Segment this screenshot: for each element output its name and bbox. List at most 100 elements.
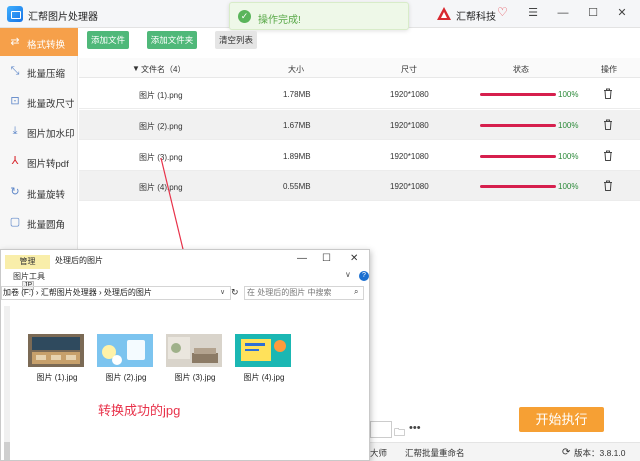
table-row[interactable]: 图片 (1).png 1.78MB 1920*1080 100%: [79, 79, 640, 109]
toast-text: 操作完成!: [258, 15, 301, 26]
table-row[interactable]: 图片 (2).png 1.67MB 1920*1080 100%: [79, 110, 640, 140]
convert-icon: ⇄: [10, 36, 20, 48]
address-bar[interactable]: 加卷 (F:) › 汇帮图片处理器 › 处理后的图片: [1, 286, 231, 300]
sidebar-item-label: 批量压缩: [27, 69, 66, 80]
progress-bar: [480, 124, 556, 127]
sidebar-item-label: 图片加水印: [27, 129, 75, 140]
search-input[interactable]: 在 处理后的图片 中搜索: [244, 286, 364, 300]
table-row[interactable]: 图片 (4).png 0.55MB 1920*1080 100%: [79, 171, 640, 201]
explorer-ribbon: 管理 处理后的图片 图片工具 JP — ☐ ✕ ∨ ?: [1, 250, 369, 290]
address-dropdown-icon[interactable]: ∨: [220, 288, 225, 296]
sidebar-item-label: 格式转换: [27, 40, 66, 51]
file-size-cell: 1.67MB: [283, 121, 311, 130]
explorer-minimize-icon[interactable]: —: [297, 253, 307, 264]
more-icon[interactable]: •••: [409, 422, 421, 434]
classroom-thumbnail: [28, 334, 84, 367]
resize-icon: ⊡: [10, 95, 20, 107]
maximize-icon[interactable]: ☐: [584, 5, 602, 21]
sidebar-item-format-convert[interactable]: ⇄ 格式转换: [0, 28, 78, 56]
add-folder-button[interactable]: 添加文件夹: [147, 31, 197, 49]
product-link-rename[interactable]: 汇帮批量重命名: [405, 447, 465, 459]
progress-text: 100%: [558, 90, 579, 99]
file-name-cell: 图片 (3).png: [139, 153, 183, 162]
file-item[interactable]: 图片 (3).jpg: [162, 334, 228, 390]
favorite-heart-icon[interactable]: ♡: [497, 5, 508, 19]
column-status: 状态: [513, 65, 529, 74]
brand-name: 汇帮科技: [456, 12, 496, 23]
compress-icon: ⤡: [10, 65, 20, 77]
file-size-cell: 1.78MB: [283, 90, 311, 99]
minimize-icon[interactable]: —: [554, 5, 572, 21]
output-path-field[interactable]: [370, 421, 392, 438]
add-file-button[interactable]: 添加文件: [87, 31, 129, 49]
success-toast: ✓ 操作完成!: [229, 2, 409, 30]
brand-logo-icon: [437, 7, 451, 20]
cartoon-thumbnail: [97, 334, 153, 367]
help-icon[interactable]: ?: [359, 271, 369, 281]
file-explorer-window: 管理 处理后的图片 图片工具 JP — ☐ ✕ ∨ ? 加卷 (F:) › 汇帮…: [0, 249, 370, 461]
update-icon[interactable]: ⟳: [562, 447, 570, 458]
file-name: 图片 (1).jpg: [36, 373, 78, 382]
trash-icon[interactable]: [603, 180, 613, 191]
app-logo-icon: [7, 6, 23, 22]
file-size-cell: 1.89MB: [283, 152, 311, 161]
file-dims-cell: 1920*1080: [390, 152, 429, 161]
file-table-header: ▼ 文件名（4） 大小 尺寸 状态 操作: [79, 58, 640, 78]
file-name-cell: 图片 (2).png: [139, 122, 183, 131]
sidebar-item-compress[interactable]: ⤡ 批量压缩: [0, 57, 78, 85]
folder-open-icon[interactable]: 🗀: [394, 424, 405, 443]
poster-thumbnail: [235, 334, 291, 367]
sidebar-item-rotate[interactable]: ↻ 批量旋转: [0, 178, 78, 206]
file-dims-cell: 1920*1080: [390, 121, 429, 130]
trash-icon[interactable]: [603, 88, 613, 99]
sidebar-item-to-pdf[interactable]: ⅄ 图片转pdf: [0, 147, 78, 175]
file-name: 图片 (3).jpg: [174, 373, 216, 382]
progress-bar: [480, 93, 556, 96]
start-button[interactable]: 开始执行: [519, 407, 604, 432]
progress-bar: [480, 185, 556, 188]
table-row[interactable]: 图片 (3).png 1.89MB 1920*1080 100%: [79, 141, 640, 171]
product-link-master[interactable]: 大师: [370, 447, 387, 459]
file-dims-cell: 1920*1080: [390, 182, 429, 191]
file-item[interactable]: 图片 (2).jpg: [93, 334, 159, 390]
app-title: 汇帮图片处理器: [28, 12, 98, 23]
trash-icon[interactable]: [603, 119, 613, 130]
file-name: 图片 (2).jpg: [105, 373, 147, 382]
progress-text: 100%: [558, 121, 579, 130]
sidebar-item-resize[interactable]: ⊡ 批量改尺寸: [0, 87, 78, 115]
explorer-close-icon[interactable]: ✕: [350, 253, 358, 264]
progress-text: 100%: [558, 152, 579, 161]
sidebar-item-rounded-corner[interactable]: ▢ 批量圆角: [0, 208, 78, 236]
version-text: 版本：3.8.1.0: [574, 448, 626, 458]
living-room-thumbnail: [166, 334, 222, 367]
file-item[interactable]: 图片 (1).jpg: [24, 334, 90, 390]
scrollbar-thumb[interactable]: [4, 442, 10, 460]
file-size-cell: 0.55MB: [283, 182, 311, 191]
clear-list-button[interactable]: 清空列表: [215, 31, 257, 49]
column-size: 大小: [288, 65, 304, 74]
progress-text: 100%: [558, 182, 579, 191]
sidebar-item-watermark[interactable]: ⤓ 图片加水印: [0, 117, 78, 145]
annotation-text: 转换成功的jpg: [98, 403, 181, 418]
sidebar-item-label: 批量改尺寸: [27, 99, 75, 110]
trash-icon[interactable]: [603, 150, 613, 161]
pdf-icon: ⅄: [11, 155, 19, 167]
rounded-corner-icon: ▢: [9, 216, 21, 228]
sidebar-item-label: 图片转pdf: [27, 159, 69, 170]
rotate-icon: ↻: [10, 186, 20, 198]
check-icon: ✓: [238, 10, 251, 23]
sort-desc-icon[interactable]: ▼: [132, 64, 140, 73]
scrollbar[interactable]: [4, 306, 10, 456]
close-icon[interactable]: ✕: [613, 5, 631, 21]
file-name: 图片 (4).jpg: [243, 373, 285, 382]
menu-icon[interactable]: ☰: [524, 5, 542, 21]
tab-manage[interactable]: 管理: [5, 255, 50, 269]
bottom-bar: 大师 汇帮批量重命名 ⟳ 版本：3.8.1.0: [370, 442, 640, 461]
explorer-maximize-icon[interactable]: ☐: [322, 253, 331, 264]
column-filename[interactable]: 文件名（4）: [141, 64, 185, 75]
ribbon-expand-icon[interactable]: ∨: [345, 270, 351, 279]
search-icon[interactable]: ⌕: [354, 287, 358, 297]
refresh-icon[interactable]: ↻: [231, 287, 239, 298]
column-dimensions: 尺寸: [401, 65, 417, 74]
file-item[interactable]: 图片 (4).jpg: [231, 334, 297, 390]
